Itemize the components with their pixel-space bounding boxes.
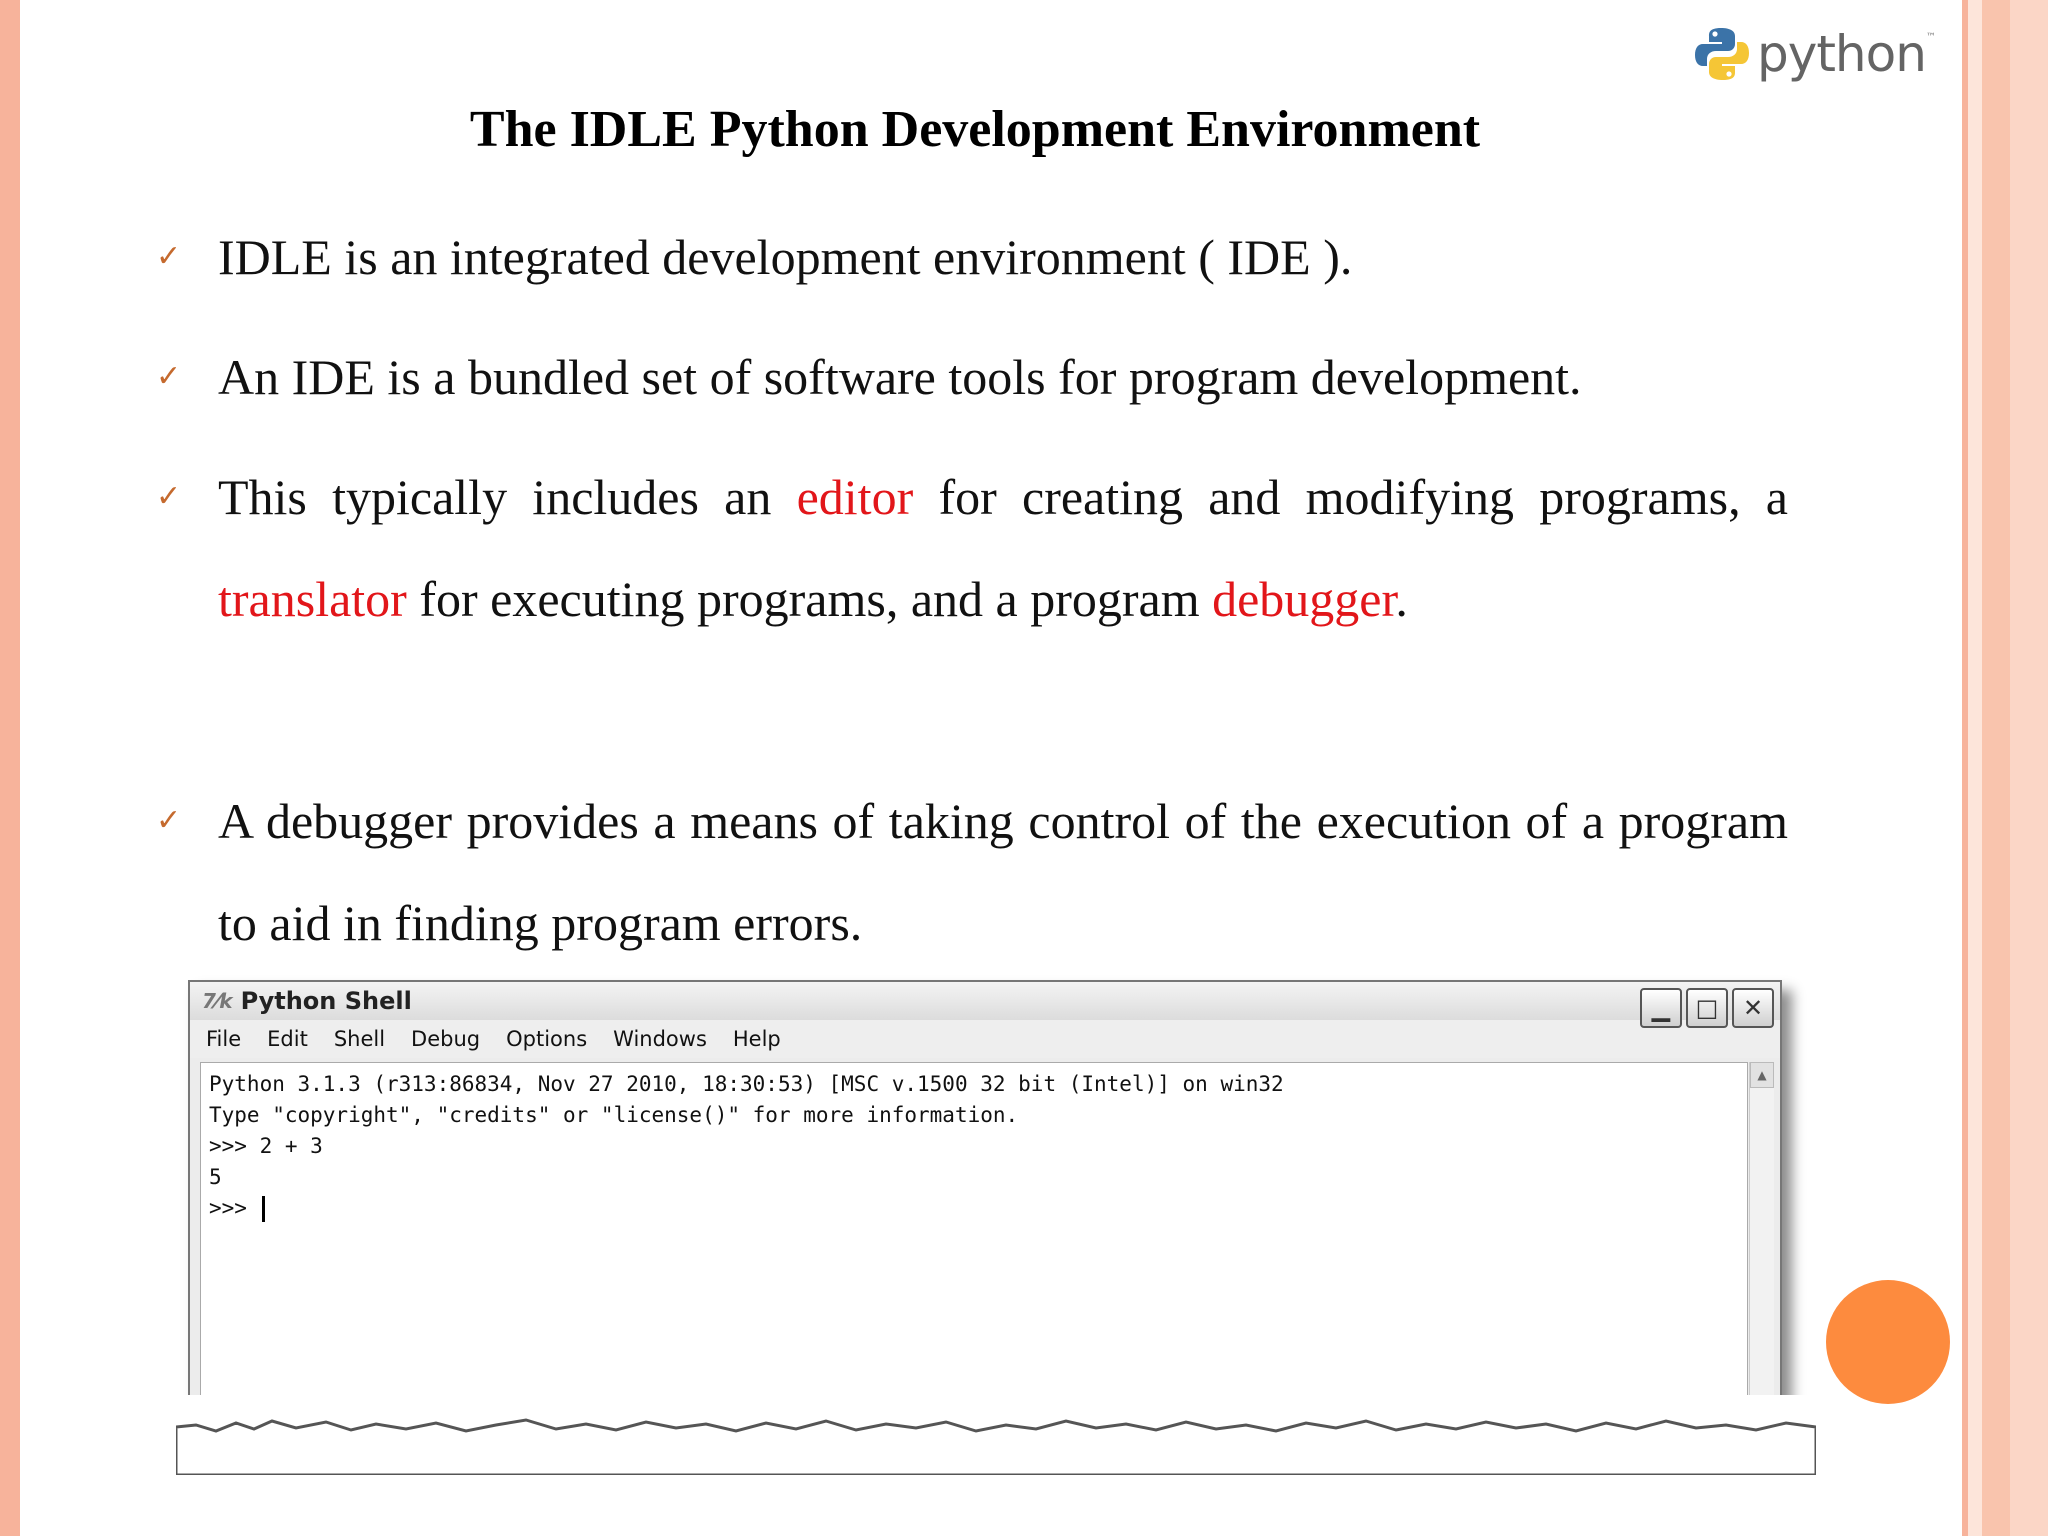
bullet-text: IDLE is an integrated development enviro…	[218, 229, 1353, 285]
bullet-text: A debugger provides a means of taking co…	[218, 793, 1788, 951]
bullet-text: .	[1395, 571, 1408, 627]
bullet-text: for creating and modifying programs, a	[913, 469, 1788, 525]
bullet-item: ✓ An IDE is a bundled set of software to…	[156, 326, 1788, 428]
slide-title: The IDLE Python Development Environment	[469, 101, 1481, 158]
bullet-text: This typically includes an	[218, 469, 797, 525]
logo-wordmark: python	[1757, 25, 1927, 83]
left-border-stripe	[0, 0, 20, 1536]
vertical-scrollbar[interactable]: ▲	[1749, 1062, 1774, 1432]
check-icon: ✓	[156, 359, 182, 394]
window-controls: ▁ □ ✕	[1640, 988, 1774, 1028]
console-prompt: >>>	[209, 1196, 260, 1220]
python-logo: python ™	[1695, 20, 1936, 88]
right-border-stripe	[1968, 0, 1982, 1536]
menu-debug[interactable]: Debug	[411, 1027, 480, 1051]
torn-edge	[176, 1395, 1816, 1475]
idle-icon: 7⁄k	[202, 989, 233, 1013]
menu-edit[interactable]: Edit	[267, 1027, 308, 1051]
right-border-stripe	[2010, 0, 2048, 1536]
maximize-button[interactable]: □	[1686, 988, 1728, 1028]
console-line: >>> 2 + 3	[209, 1134, 323, 1158]
scroll-up-arrow-icon[interactable]: ▲	[1750, 1062, 1774, 1088]
shell-titlebar[interactable]: 7⁄k Python Shell ▁ □ ✕	[190, 982, 1780, 1028]
text-cursor	[261, 1196, 265, 1222]
menu-help[interactable]: Help	[733, 1027, 781, 1051]
decorative-circle	[1826, 1280, 1950, 1404]
console-line: 5	[209, 1165, 222, 1189]
term-debugger: debugger	[1212, 571, 1396, 627]
bullet-item: ✓ This typically includes an editor for c…	[156, 446, 1788, 650]
minimize-button[interactable]: ▁	[1640, 988, 1682, 1028]
bullet-item: ✓ A debugger provides a means of taking …	[156, 770, 1788, 974]
menu-bar: File Edit Shell Debug Options Windows He…	[190, 1020, 1780, 1058]
python-shell-window: 7⁄k Python Shell ▁ □ ✕ File Edit Shell D…	[188, 980, 1782, 1434]
term-editor: editor	[796, 469, 914, 525]
check-icon: ✓	[156, 479, 182, 514]
menu-file[interactable]: File	[206, 1027, 241, 1051]
check-icon: ✓	[156, 239, 182, 274]
bullet-text: An IDE is a bundled set of software tool…	[218, 349, 1582, 405]
bullet-item: ✓ IDLE is an integrated development envi…	[156, 206, 1788, 308]
shell-title: Python Shell	[240, 987, 412, 1015]
logo-trademark: ™	[1925, 32, 1936, 43]
term-translator: translator	[218, 571, 407, 627]
close-button[interactable]: ✕	[1732, 988, 1774, 1028]
check-icon: ✓	[156, 803, 182, 838]
menu-options[interactable]: Options	[506, 1027, 587, 1051]
right-border-stripe	[1982, 0, 2010, 1536]
console-line: Python 3.1.3 (r313:86834, Nov 27 2010, 1…	[209, 1072, 1284, 1096]
console-prompt-line: >>>	[209, 1193, 1747, 1224]
console-line: Type "copyright", "credits" or "license(…	[209, 1103, 1019, 1127]
bullet-text: for executing programs, and a program	[406, 571, 1213, 627]
shell-console[interactable]: Python 3.1.3 (r313:86834, Nov 27 2010, 1…	[200, 1062, 1748, 1432]
menu-windows[interactable]: Windows	[613, 1027, 707, 1051]
python-snake-icon	[1695, 28, 1749, 80]
menu-shell[interactable]: Shell	[334, 1027, 385, 1051]
